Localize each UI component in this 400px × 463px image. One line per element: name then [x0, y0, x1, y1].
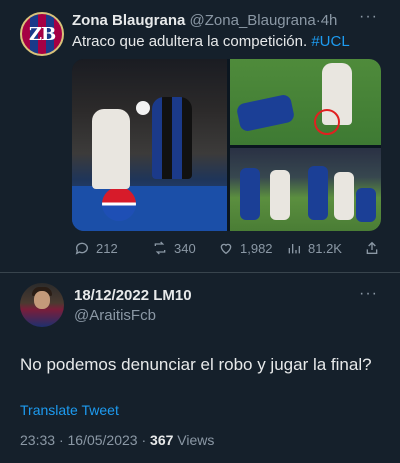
translate-tweet-link[interactable]: Translate Tweet: [20, 402, 119, 418]
divider: [0, 272, 400, 273]
separator-dot: ·: [141, 432, 147, 448]
hashtag-link[interactable]: #UCL: [311, 33, 349, 50]
like-count: 1,982: [240, 240, 273, 256]
views-label: Views: [177, 432, 215, 448]
tweet-body: Atraco que adultera la competición.: [72, 33, 308, 50]
player: [240, 168, 260, 220]
media-grid[interactable]: [72, 59, 381, 231]
match-photo-2[interactable]: [230, 59, 381, 145]
share-button[interactable]: [364, 240, 380, 256]
retweet-icon: [154, 241, 166, 255]
author-handle[interactable]: @AraitisFcb: [74, 307, 156, 324]
reply-icon: [75, 242, 88, 255]
player-fallen: [235, 93, 296, 133]
advertising-board: [72, 186, 227, 231]
tweet-text: No podemos denunciar el robo y jugar la …: [20, 355, 372, 374]
player-inter: [152, 97, 192, 179]
tweet-footer: 23:33 · 16/05/2023 · 367 Views: [20, 432, 214, 448]
share-icon: [366, 241, 378, 254]
more-dots-icon[interactable]: ···: [359, 8, 378, 26]
like-button[interactable]: 1,982: [218, 240, 273, 256]
view-count: 367: [150, 432, 174, 448]
player: [334, 172, 354, 220]
views-chart-icon: [288, 244, 300, 254]
tweet-text: Atraco que adultera la competición. #UCL: [72, 33, 350, 50]
match-photo-3[interactable]: [230, 148, 381, 231]
football: [136, 101, 150, 115]
tweet-date[interactable]: 16/05/2023: [68, 432, 138, 448]
player: [356, 188, 376, 222]
reply-button[interactable]: 212: [74, 240, 118, 256]
retweet-button[interactable]: 340: [152, 240, 196, 256]
reply-count: 212: [96, 240, 118, 256]
author-name[interactable]: Zona Blaugrana: [72, 12, 185, 29]
author-name[interactable]: 18/12/2022 LM10: [74, 287, 192, 304]
more-dots-icon[interactable]: ···: [359, 285, 378, 303]
separator-dot: ·: [58, 432, 64, 448]
player-white: [92, 109, 130, 189]
tweet-actions: 212 340 1,982 81.2K: [72, 240, 382, 260]
araitisfcb-avatar[interactable]: [20, 283, 64, 327]
retweet-count: 340: [174, 240, 196, 256]
views-button[interactable]: 81.2K: [286, 240, 342, 256]
highlight-circle: [314, 109, 340, 135]
author-handle[interactable]: @Zona_Blaugrana: [190, 12, 316, 29]
pepsi-logo: [102, 187, 136, 221]
tweet-header: Zona Blaugrana @Zona_Blaugrana·4h: [72, 12, 337, 29]
avatar-face: [34, 291, 50, 309]
match-photo-1[interactable]: [72, 59, 227, 231]
tweet-time[interactable]: 23:33: [20, 432, 55, 448]
zona-blaugrana-avatar[interactable]: ZB: [20, 12, 64, 56]
tweet-time[interactable]: 4h: [321, 12, 338, 29]
player: [270, 170, 290, 220]
heart-icon: [220, 243, 232, 255]
views-count: 81.2K: [308, 240, 342, 256]
avatar-monogram: ZB: [28, 23, 56, 45]
player: [308, 166, 328, 220]
quoted-tweet[interactable]: ZB Zona Blaugrana @Zona_Blaugrana·4h ···…: [0, 0, 400, 275]
